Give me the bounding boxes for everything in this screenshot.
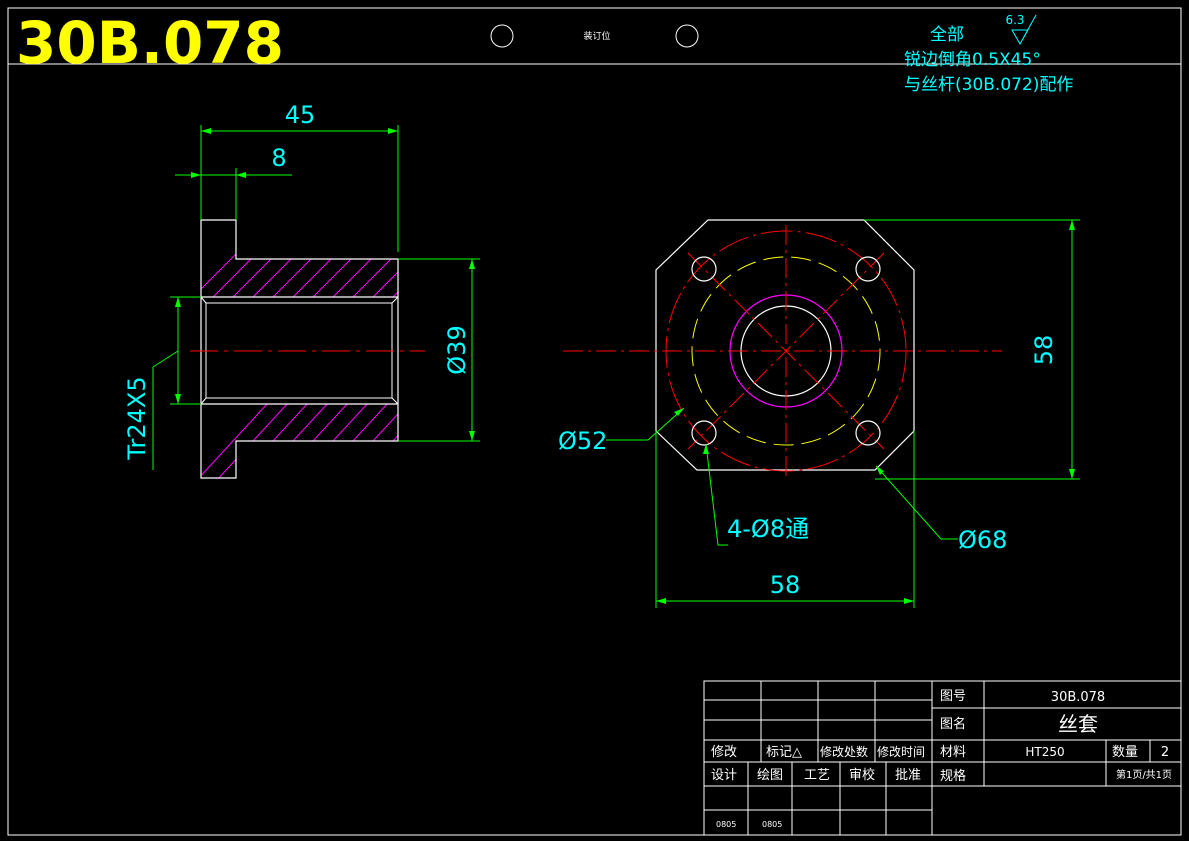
tb-quantity-label: 数量 bbox=[1112, 745, 1138, 760]
note-scope: 全部 bbox=[930, 25, 964, 45]
front-view bbox=[563, 219, 1002, 478]
flange-outline bbox=[655, 219, 915, 471]
tb-sign-header: 审校 bbox=[849, 767, 875, 783]
drawing-number-title: 30B.078 bbox=[16, 9, 284, 77]
tb-drawing-no: 30B.078 bbox=[1051, 690, 1105, 705]
dim-flange-diameter: Ø68 bbox=[958, 526, 1007, 554]
tb-rev-header: 标记△ bbox=[766, 745, 802, 760]
dim-thread: Tr24X5 bbox=[123, 376, 151, 460]
drawing-canvas: 30B.078 装订位 全部 6.3 锐边倒角0.5X45° 与丝杆(30B.0… bbox=[7, 7, 1182, 836]
dim-height: 58 bbox=[1030, 335, 1058, 366]
dim-holes: 4-Ø8通 bbox=[727, 515, 809, 543]
note-pairing: 与丝杆(30B.072)配作 bbox=[904, 75, 1073, 95]
title-block-text: 图号 30B.078 图名 丝套 材料 HT250 数量 2 规格 第1页/共1… bbox=[711, 689, 1172, 829]
dim-length-total: 45 bbox=[285, 101, 316, 129]
dim-outer-diameter: Ø39 bbox=[443, 325, 471, 374]
tb-name: 丝套 bbox=[1058, 712, 1098, 736]
tb-sign-header: 工艺 bbox=[804, 768, 830, 783]
note-chamfer: 锐边倒角0.5X45° bbox=[904, 50, 1041, 70]
binding-hole-right bbox=[675, 24, 699, 48]
front-dimensions bbox=[606, 219, 1080, 608]
binding-hole-left bbox=[490, 24, 514, 48]
tb-material: HT250 bbox=[1025, 745, 1064, 759]
tb-sign-header: 批准 bbox=[895, 768, 921, 783]
dim-width: 58 bbox=[770, 571, 801, 599]
tb-sheet: 第1页/共1页 bbox=[1116, 768, 1172, 781]
tb-drawing-no-label: 图号 bbox=[940, 689, 966, 704]
dim-flange-thickness: 8 bbox=[271, 144, 286, 172]
tb-sign-header: 绘图 bbox=[757, 768, 783, 783]
tb-rev-header: 修改处数 bbox=[820, 744, 868, 759]
binding-label: 装订位 bbox=[583, 30, 610, 42]
tb-spec-label: 规格 bbox=[940, 768, 966, 784]
tb-material-label: 材料 bbox=[940, 745, 966, 760]
tb-date: 0805 bbox=[716, 820, 736, 829]
drawing-frame bbox=[7, 7, 1182, 836]
tb-date: 0805 bbox=[762, 820, 782, 829]
tb-name-label: 图名 bbox=[940, 716, 966, 732]
dim-bolt-circle: Ø52 bbox=[558, 427, 607, 455]
tb-quantity: 2 bbox=[1161, 745, 1169, 760]
part-outline bbox=[200, 219, 399, 479]
tb-rev-header: 修改时间 bbox=[877, 744, 925, 759]
tb-sign-header: 设计 bbox=[711, 768, 737, 783]
tb-rev-header: 修改 bbox=[711, 745, 737, 760]
roughness-value: 6.3 bbox=[1005, 13, 1024, 27]
